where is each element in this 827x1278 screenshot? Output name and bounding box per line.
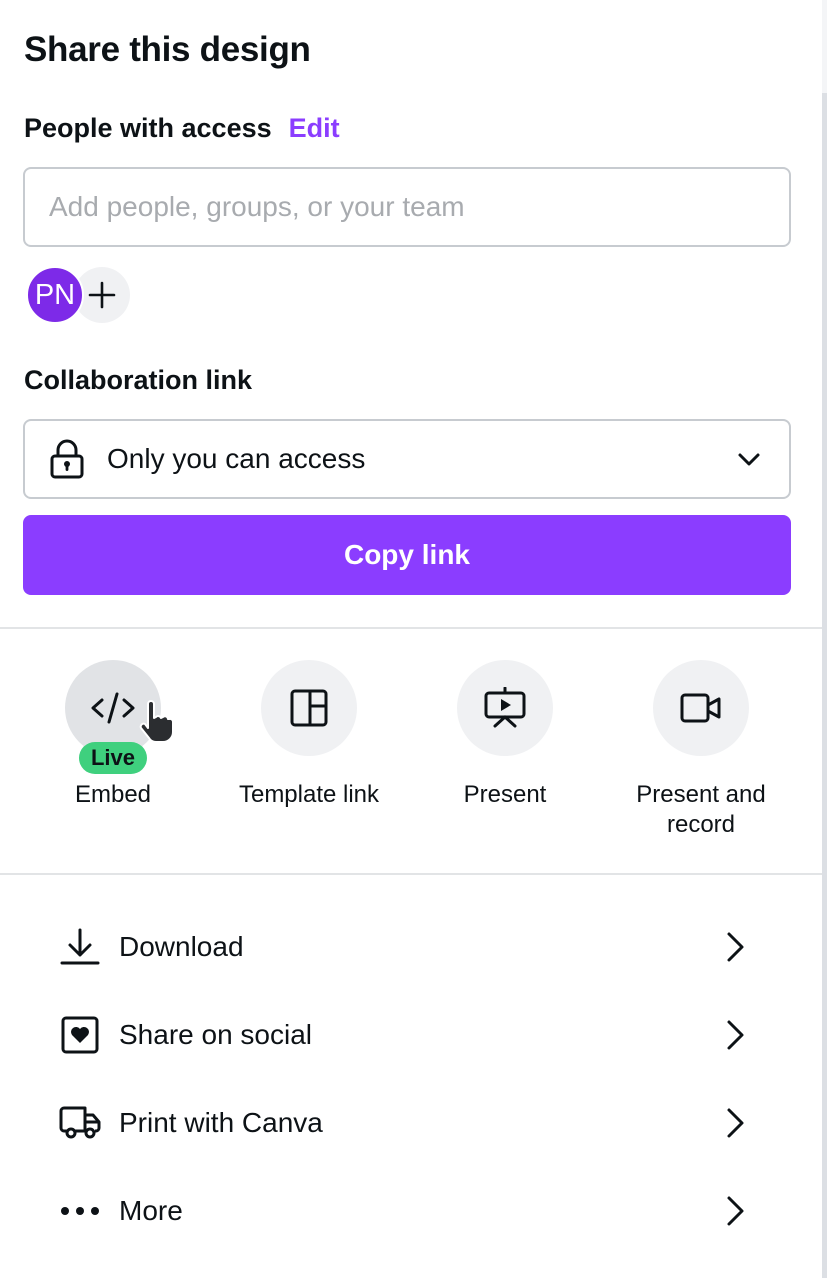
embed-icon-circle: Live — [65, 660, 161, 774]
menu-item-label: Print with Canva — [119, 1107, 323, 1138]
menu-item-share-on-social[interactable]: Share on social — [40, 995, 780, 1075]
menu-item-download[interactable]: Download — [40, 907, 780, 987]
menu-item-more[interactable]: More — [40, 1171, 780, 1251]
lock-icon — [49, 439, 85, 479]
template-link-label: Template link — [238, 781, 380, 808]
link-access-dropdown[interactable]: Only you can access — [23, 419, 791, 499]
edit-access-link[interactable]: Edit — [289, 113, 340, 144]
presentation-screen-icon — [484, 687, 526, 728]
more-horizontal-icon — [40, 1206, 120, 1216]
embed-button[interactable]: Live Embed — [13, 660, 213, 810]
section-divider — [0, 627, 822, 629]
avatar[interactable]: PN — [26, 266, 84, 324]
chevron-right-icon — [715, 1019, 755, 1051]
chevron-right-icon — [715, 1107, 755, 1139]
present-and-record-button[interactable]: Present and record — [601, 660, 801, 840]
template-link-icon-circle — [261, 660, 357, 756]
people-with-access-header: People with access Edit — [24, 113, 340, 144]
heart-square-icon — [40, 1016, 120, 1054]
present-and-record-icon-circle — [653, 660, 749, 756]
share-panel: Share this design People with access Edi… — [0, 0, 822, 1278]
chevron-right-icon — [715, 1195, 755, 1227]
code-icon — [91, 692, 135, 724]
present-button[interactable]: Present — [405, 660, 605, 810]
section-divider — [0, 873, 822, 875]
people-with-access-label: People with access — [24, 113, 272, 143]
present-icon-circle — [457, 660, 553, 756]
add-people-input[interactable] — [23, 167, 791, 247]
menu-item-label: More — [119, 1195, 183, 1226]
scrollbar-thumb[interactable] — [822, 93, 827, 1278]
plus-icon — [88, 281, 116, 309]
chevron-right-icon — [715, 931, 755, 963]
live-badge: Live — [78, 742, 148, 774]
menu-item-label: Download — [119, 931, 244, 962]
menu-item-print-with-canva[interactable]: Print with Canva — [40, 1083, 780, 1163]
present-and-record-label: Present and record — [636, 781, 766, 838]
present-label: Present — [463, 781, 547, 808]
chevron-down-icon — [735, 445, 763, 473]
download-icon — [40, 928, 120, 966]
collaboration-link-label: Collaboration link — [24, 365, 253, 395]
link-access-value: Only you can access — [107, 443, 366, 474]
menu-item-label: Share on social — [119, 1019, 313, 1050]
embed-label: Embed — [74, 781, 152, 808]
page-title: Share this design — [24, 30, 311, 69]
template-link-button[interactable]: Template link — [209, 660, 409, 810]
copy-link-button[interactable]: Copy link — [23, 515, 791, 595]
template-layout-icon — [290, 689, 328, 727]
delivery-truck-icon — [40, 1106, 120, 1140]
video-camera-icon — [680, 693, 721, 723]
